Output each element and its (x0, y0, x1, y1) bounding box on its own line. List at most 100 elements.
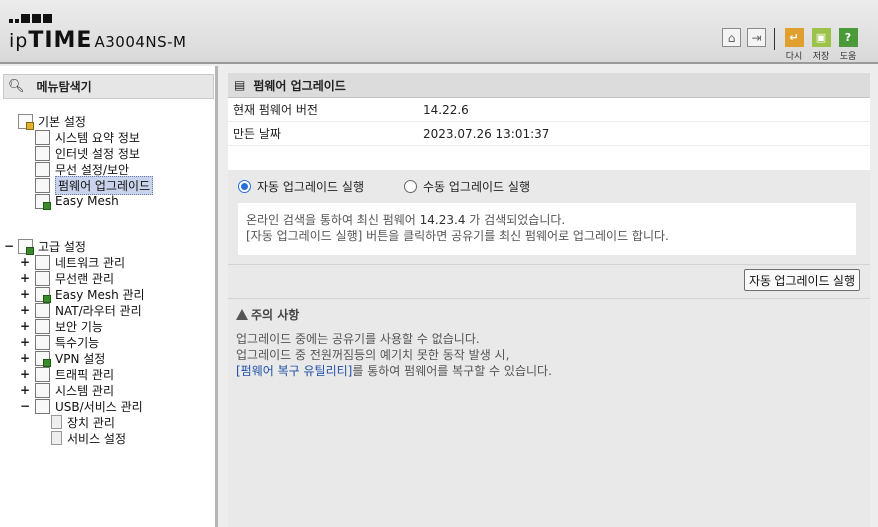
sidebar-item-system[interactable]: + 시스템 관리 (20, 382, 114, 398)
logo-ip: ip (9, 30, 29, 52)
sidebar-item-security[interactable]: + 보안 기능 (20, 318, 103, 334)
lock-icon (35, 318, 50, 334)
expand-icon[interactable]: + (20, 271, 30, 285)
sidebar-item-vpn[interactable]: + VPN 설정 (20, 350, 106, 367)
page-icon (51, 415, 62, 429)
divider (228, 264, 870, 265)
message-text: 온라인 검색을 통하여 최신 펌웨어 (246, 213, 416, 227)
tree-label: 보안 기능 (55, 319, 103, 334)
collapse-icon[interactable]: − (20, 399, 30, 413)
folder-icon (18, 238, 34, 255)
row-value: 14.22.6 (423, 102, 469, 117)
expand-icon[interactable]: + (20, 335, 30, 349)
sidebar-item-service-settings[interactable]: 서비스 설정 (51, 430, 126, 446)
tree-label: 네트워크 관리 (55, 255, 126, 270)
message-text: 가 검색되었습니다. (469, 213, 566, 227)
home-icon[interactable]: ⌂ (722, 28, 741, 47)
sidebar-item-device-admin[interactable]: 장치 관리 (51, 414, 115, 430)
usb-icon (35, 398, 50, 414)
chart-icon (35, 382, 50, 398)
tree-label: USB/서비스 관리 (55, 399, 143, 414)
tree-label: 기본 설정 (38, 114, 86, 129)
save-label: 저장 (812, 52, 830, 62)
save-button[interactable]: ▣ 저장 (811, 28, 831, 62)
help-button[interactable]: ? 도움 (838, 28, 858, 62)
sidebar-header: 🔍︎ 메뉴탐색기 (3, 74, 214, 99)
sidebar-item-special[interactable]: + 특수기능 (20, 334, 99, 350)
logo-dots (9, 9, 54, 23)
table-row: 현재 펌웨어 버전 14.22.6 (228, 98, 870, 122)
tree-label: 인터넷 설정 정보 (55, 146, 140, 161)
sidebar-item-traffic[interactable]: + 트래픽 관리 (20, 366, 114, 382)
sidebar-item-nat[interactable]: + NAT/라우터 관리 (20, 302, 142, 318)
refresh-label: 다시 (785, 52, 803, 62)
sidebar-item-usb-service[interactable]: − USB/서비스 관리 (20, 398, 143, 414)
page-icon (51, 431, 62, 445)
help-icon[interactable]: ? (838, 28, 858, 47)
search-result-message: 온라인 검색을 통하여 최신 펌웨어 14.23.4 가 검색되었습니다. [자… (238, 203, 856, 255)
warning-icon (236, 308, 248, 320)
upgrade-mode-options: 자동 업그레이드 실행 수동 업그레이드 실행 (228, 174, 870, 198)
firmware-info-table: 현재 펌웨어 버전 14.22.6 만든 날짜 2023.07.26 13:01… (228, 98, 870, 170)
sidebar: 🔍︎ 메뉴탐색기 기본 설정 시스템 요약 정보 인터넷 설정 정보 무선 설정… (0, 66, 218, 527)
manual-upgrade-option[interactable]: 수동 업그레이드 실행 (404, 178, 530, 195)
sidebar-item-network[interactable]: + 네트워크 관리 (20, 254, 125, 270)
save-icon[interactable]: ▣ (811, 28, 831, 47)
tree-label: NAT/라우터 관리 (55, 303, 142, 318)
mesh-icon (35, 286, 51, 303)
option-label: 자동 업그레이드 실행 (257, 179, 364, 194)
main-header: ▤ 펌웨어 업그레이드 (228, 73, 870, 98)
expand-icon[interactable]: + (20, 319, 30, 333)
header: ipTIME A3004NS-M ⌂ ⇥ ↵ 다시 ▣ 저장 ? 도움 (0, 0, 878, 64)
recovery-utility-link[interactable]: [펌웨어 복구 유틸리티] (236, 364, 352, 378)
special-icon (35, 334, 50, 350)
expand-icon[interactable]: + (20, 287, 30, 301)
chart-icon (35, 129, 50, 145)
page-title: 펌웨어 업그레이드 (253, 78, 346, 93)
tree-label: 시스템 관리 (55, 383, 115, 398)
tree-label: VPN 설정 (55, 351, 106, 366)
row-key: 만든 날짜 (233, 127, 281, 141)
network-icon (35, 254, 50, 270)
notice-line-1: 업그레이드 중에는 공유기를 사용할 수 없습니다. (236, 332, 480, 346)
sidebar-title: 메뉴탐색기 (36, 80, 92, 94)
expand-icon[interactable]: + (20, 255, 30, 269)
row-value: 2023.07.26 13:01:37 (423, 126, 550, 141)
tree-label: 무선랜 관리 (55, 271, 115, 286)
refresh-button[interactable]: ↵ 다시 (784, 28, 804, 62)
tree-basic-settings[interactable]: 기본 설정 (18, 113, 86, 130)
notice-line-2: 업그레이드 중 전원꺼짐등의 예기치 못한 동작 발생 시, (236, 348, 510, 362)
notice-title: 주의 사항 (236, 305, 856, 323)
logout-icon[interactable]: ⇥ (747, 28, 766, 47)
manual-upgrade-radio[interactable] (404, 179, 417, 193)
header-toolbar: ⌂ ⇥ ↵ 다시 ▣ 저장 ? 도움 (716, 28, 858, 62)
expand-icon[interactable]: + (20, 303, 30, 317)
tree-advanced-settings[interactable]: − 고급 설정 (4, 238, 86, 255)
refresh-icon[interactable]: ↵ (784, 28, 804, 47)
tree-label: Easy Mesh 관리 (55, 287, 145, 302)
auto-upgrade-option[interactable]: 자동 업그레이드 실행 (238, 178, 364, 195)
tree-label: 장치 관리 (67, 415, 115, 430)
sidebar-item-wlan[interactable]: + 무선랜 관리 (20, 270, 114, 286)
collapse-icon[interactable]: − (4, 239, 14, 253)
sidebar-item-firmware[interactable]: 펌웨어 업그레이드 (35, 175, 154, 195)
run-auto-upgrade-button[interactable]: 자동 업그레이드 실행 (744, 269, 860, 291)
expand-icon[interactable]: + (20, 383, 30, 397)
tree-label: 시스템 요약 정보 (55, 130, 140, 145)
auto-upgrade-radio[interactable] (238, 179, 251, 193)
sidebar-item-system-summary[interactable]: 시스템 요약 정보 (35, 129, 140, 145)
sidebar-item-easymesh-admin[interactable]: + Easy Mesh 관리 (20, 286, 145, 303)
blank-row (228, 146, 870, 170)
expand-icon[interactable]: + (20, 367, 30, 381)
vpn-icon (35, 350, 51, 367)
logo-time: TIME (28, 28, 93, 53)
model-name: A3004NS-M (94, 33, 187, 51)
sidebar-item-internet-info[interactable]: 인터넷 설정 정보 (35, 145, 140, 161)
toolbar-separator (774, 28, 775, 50)
tree-label-selected: 펌웨어 업그레이드 (55, 175, 154, 195)
mesh-icon (35, 193, 51, 210)
wifi-icon (35, 161, 50, 177)
expand-icon[interactable]: + (20, 351, 30, 365)
sidebar-item-easymesh[interactable]: Easy Mesh (35, 193, 119, 210)
tree-label: 서비스 설정 (67, 431, 127, 446)
